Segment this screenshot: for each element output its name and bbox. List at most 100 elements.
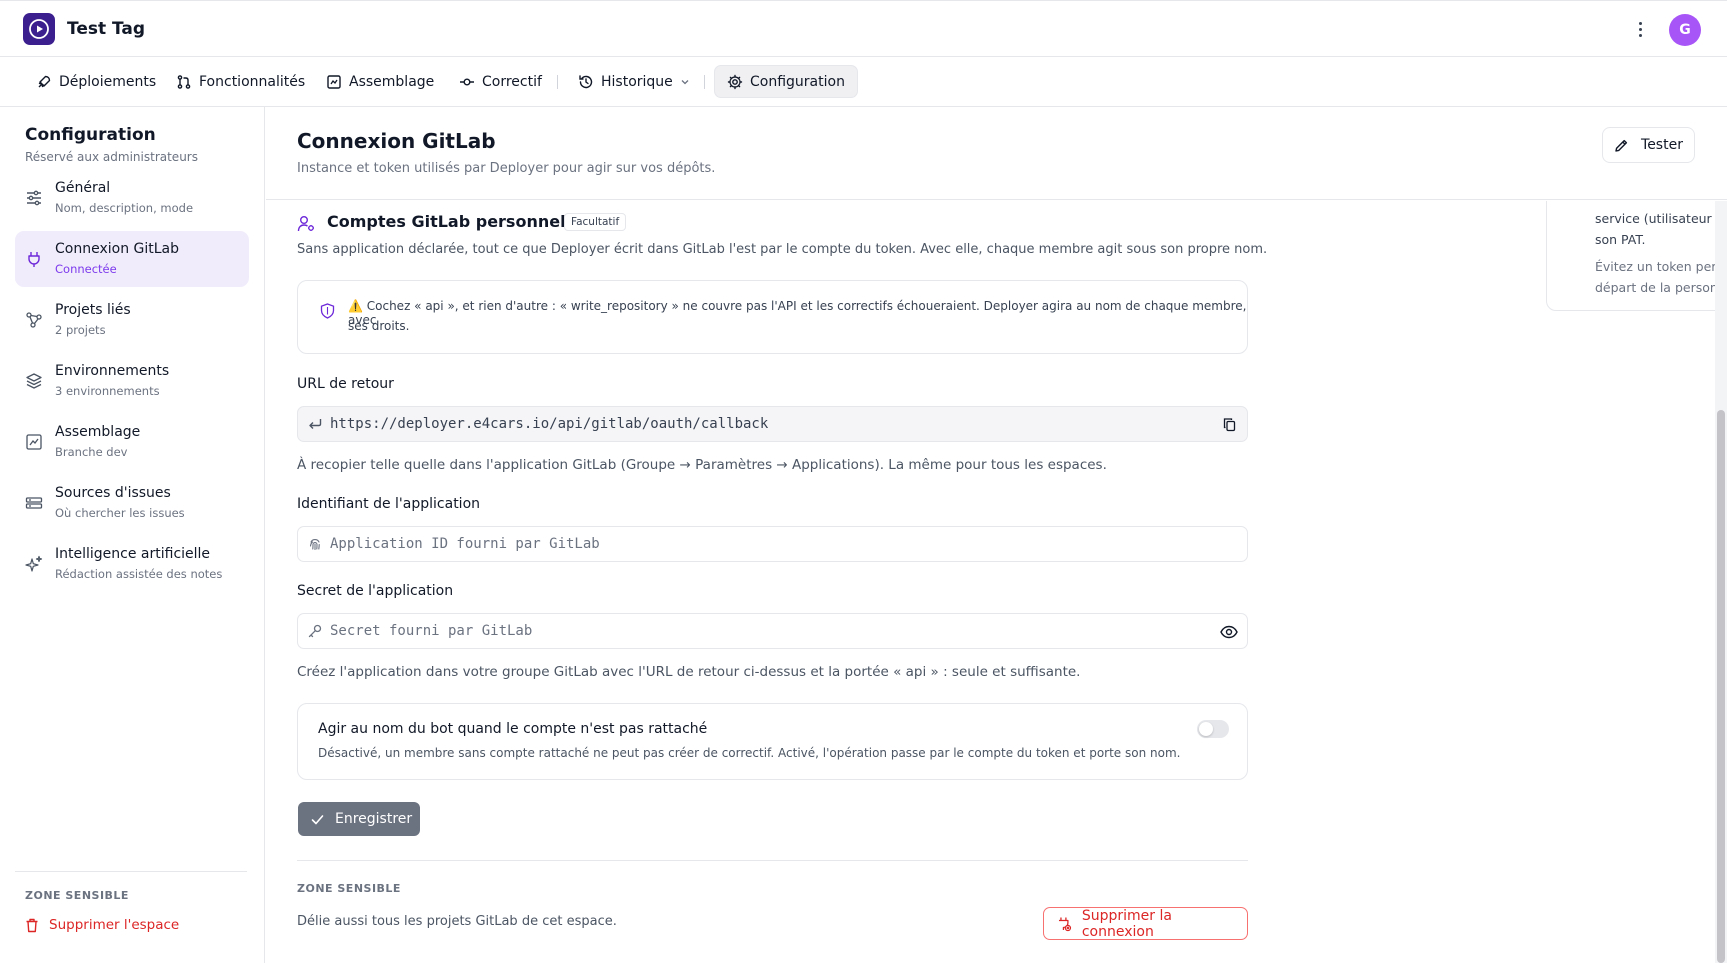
tab-label: Assemblage	[349, 73, 435, 90]
eye-icon[interactable]	[1220, 624, 1238, 640]
tab-fonctionnalites[interactable]: Fonctionnalités	[164, 65, 317, 98]
sidebar-item-desc: 3 environnements	[55, 384, 160, 398]
avatar[interactable]: G	[1669, 14, 1701, 46]
corner-down-left-icon	[309, 419, 322, 429]
sidebar-item-label: Projets liés	[55, 302, 131, 318]
delete-workspace-label: Supprimer l'espace	[49, 917, 180, 933]
assembly-icon	[327, 74, 341, 89]
danger-divider	[297, 860, 1248, 861]
sidebar-item-assemblage[interactable]: Assemblage Branche dev	[15, 414, 249, 470]
tab-assemblage[interactable]: Assemblage	[314, 65, 446, 98]
callback-url-field[interactable]: https://deployer.e4cars.io/api/gitlab/oa…	[297, 406, 1248, 442]
share-nodes-icon	[26, 312, 42, 328]
sidebar-item-label: Environnements	[55, 363, 170, 379]
key-icon	[308, 624, 322, 638]
nav-divider	[704, 75, 705, 89]
pencil-icon	[1615, 139, 1628, 152]
chevron-down-icon	[681, 79, 689, 84]
help-card-line: départ de la personne.	[1595, 280, 1727, 295]
sidebar-item-desc: 2 projets	[55, 323, 106, 337]
tab-correctif[interactable]: Correctif	[447, 65, 554, 98]
bot-fallback-toggle[interactable]	[1197, 720, 1229, 738]
callback-url-value: https://deployer.e4cars.io/api/gitlab/oa…	[330, 416, 769, 432]
tab-label: Fonctionnalités	[199, 73, 306, 90]
layers-icon	[26, 373, 42, 389]
optional-badge: Facultatif	[564, 213, 627, 231]
tab-configuration[interactable]: Configuration	[714, 65, 858, 98]
test-connection-button[interactable]: Tester	[1602, 127, 1695, 163]
delete-workspace-button[interactable]: Supprimer l'espace	[25, 917, 179, 933]
app-id-input[interactable]: Application ID fourni par GitLab	[297, 526, 1248, 562]
app-secret-placeholder: Secret fourni par GitLab	[330, 623, 533, 639]
sidebar-item-intelligence-artificielle[interactable]: Intelligence artificielle Rédaction assi…	[15, 536, 249, 592]
bot-fallback-card: Agir au nom du bot quand le compte n'est…	[297, 703, 1248, 780]
sidebar-item-label: Sources d'issues	[55, 485, 171, 501]
sidebar-item-projets-lies[interactable]: Projets liés 2 projets	[15, 292, 249, 348]
delete-connection-button[interactable]: Supprimer la connexion	[1043, 907, 1248, 940]
copy-icon[interactable]	[1222, 417, 1237, 432]
tab-historique[interactable]: Historique	[566, 65, 702, 98]
sidebar-item-general[interactable]: Général Nom, description, mode	[15, 170, 249, 226]
users-key-icon	[297, 216, 314, 232]
tab-label: Historique	[601, 73, 673, 90]
sidebar-item-label: Assemblage	[55, 424, 141, 440]
alert-text-line1: ⚠️ Cochez « api », et rien d'autre : « w…	[348, 299, 1247, 327]
tab-label: Configuration	[750, 73, 845, 90]
git-commit-icon	[460, 77, 474, 85]
danger-zone-label: ZONE SENSIBLE	[297, 882, 401, 895]
sidebar-item-environnements[interactable]: Environnements 3 environnements	[15, 353, 249, 409]
assembly-icon	[26, 434, 42, 450]
nav-divider	[557, 75, 558, 89]
app-title: Test Tag	[67, 19, 146, 39]
sidebar-item-label: Général	[55, 180, 111, 196]
sidebar-item-connexion-gitlab[interactable]: Connexion GitLab Connectée	[15, 231, 249, 287]
tab-label: Déploiements	[59, 73, 157, 90]
app-secret-input[interactable]: Secret fourni par GitLab	[297, 613, 1248, 649]
callback-url-label: URL de retour	[297, 376, 394, 392]
sidebar-subtitle: Réservé aux administrateurs	[25, 150, 198, 164]
bot-fallback-title: Agir au nom du bot quand le compte n'est…	[318, 721, 708, 737]
sidebar-item-desc: Rédaction assistée des notes	[55, 567, 223, 581]
section-title: Comptes GitLab personnels	[327, 212, 576, 231]
delete-connection-label: Supprimer la connexion	[1081, 907, 1172, 940]
sidebar-item-label: Intelligence artificielle	[55, 546, 211, 562]
save-button[interactable]: Enregistrer	[298, 802, 420, 836]
section-description: Sans application déclarée, tout ce que D…	[297, 242, 1268, 257]
sidebar-divider	[15, 871, 247, 872]
help-card-line: son PAT.	[1595, 232, 1646, 247]
tab-deploiements[interactable]: Déploiements	[24, 65, 168, 98]
unplug-icon	[1058, 917, 1072, 931]
app-logo[interactable]	[23, 13, 55, 45]
trash-icon	[26, 918, 38, 932]
fingerprint-icon	[309, 539, 320, 551]
sidebar-item-desc: Nom, description, mode	[55, 201, 194, 215]
page-title: Connexion GitLab	[297, 129, 496, 153]
app-secret-help: Créez l'application dans votre groupe Gi…	[297, 664, 1081, 680]
test-connection-label: Tester	[1641, 137, 1683, 153]
help-card-line: service (utilisateur bot membre de chaqu…	[1595, 211, 1727, 226]
save-label: Enregistrer	[335, 811, 413, 827]
rocket-icon	[38, 75, 51, 87]
settings-sidebar: Configuration Réservé aux administrateur…	[0, 107, 265, 963]
app-id-placeholder: Application ID fourni par GitLab	[330, 536, 600, 552]
scrollbar-thumb[interactable]	[1717, 410, 1725, 963]
shield-icon	[320, 303, 335, 319]
page-subtitle: Instance et token utilisés par Deployer …	[297, 161, 716, 176]
sidebar-danger-label: ZONE SENSIBLE	[25, 889, 129, 902]
help-card: service (utilisateur bot membre de chaqu…	[1546, 201, 1727, 311]
app-secret-label: Secret de l'application	[297, 583, 454, 599]
git-pull-request-icon	[177, 74, 191, 89]
sidebar-item-desc: Branche dev	[55, 445, 128, 459]
sidebar-title: Configuration	[25, 125, 156, 145]
server-icon	[25, 497, 43, 509]
sidebar-item-desc: Où chercher les issues	[55, 506, 185, 520]
tab-label: Correctif	[482, 73, 542, 90]
play-icon	[29, 19, 49, 39]
main-nav: Déploiements Fonctionnalités Assemblage …	[0, 57, 1727, 107]
check-icon	[311, 814, 324, 824]
app-id-label: Identifiant de l'application	[297, 496, 481, 512]
more-options-icon[interactable]	[1632, 17, 1648, 41]
history-icon	[579, 74, 593, 88]
sidebar-item-sources-issues[interactable]: Sources d'issues Où chercher les issues	[15, 475, 249, 531]
sidebar-item-desc: Connectée	[55, 262, 117, 276]
